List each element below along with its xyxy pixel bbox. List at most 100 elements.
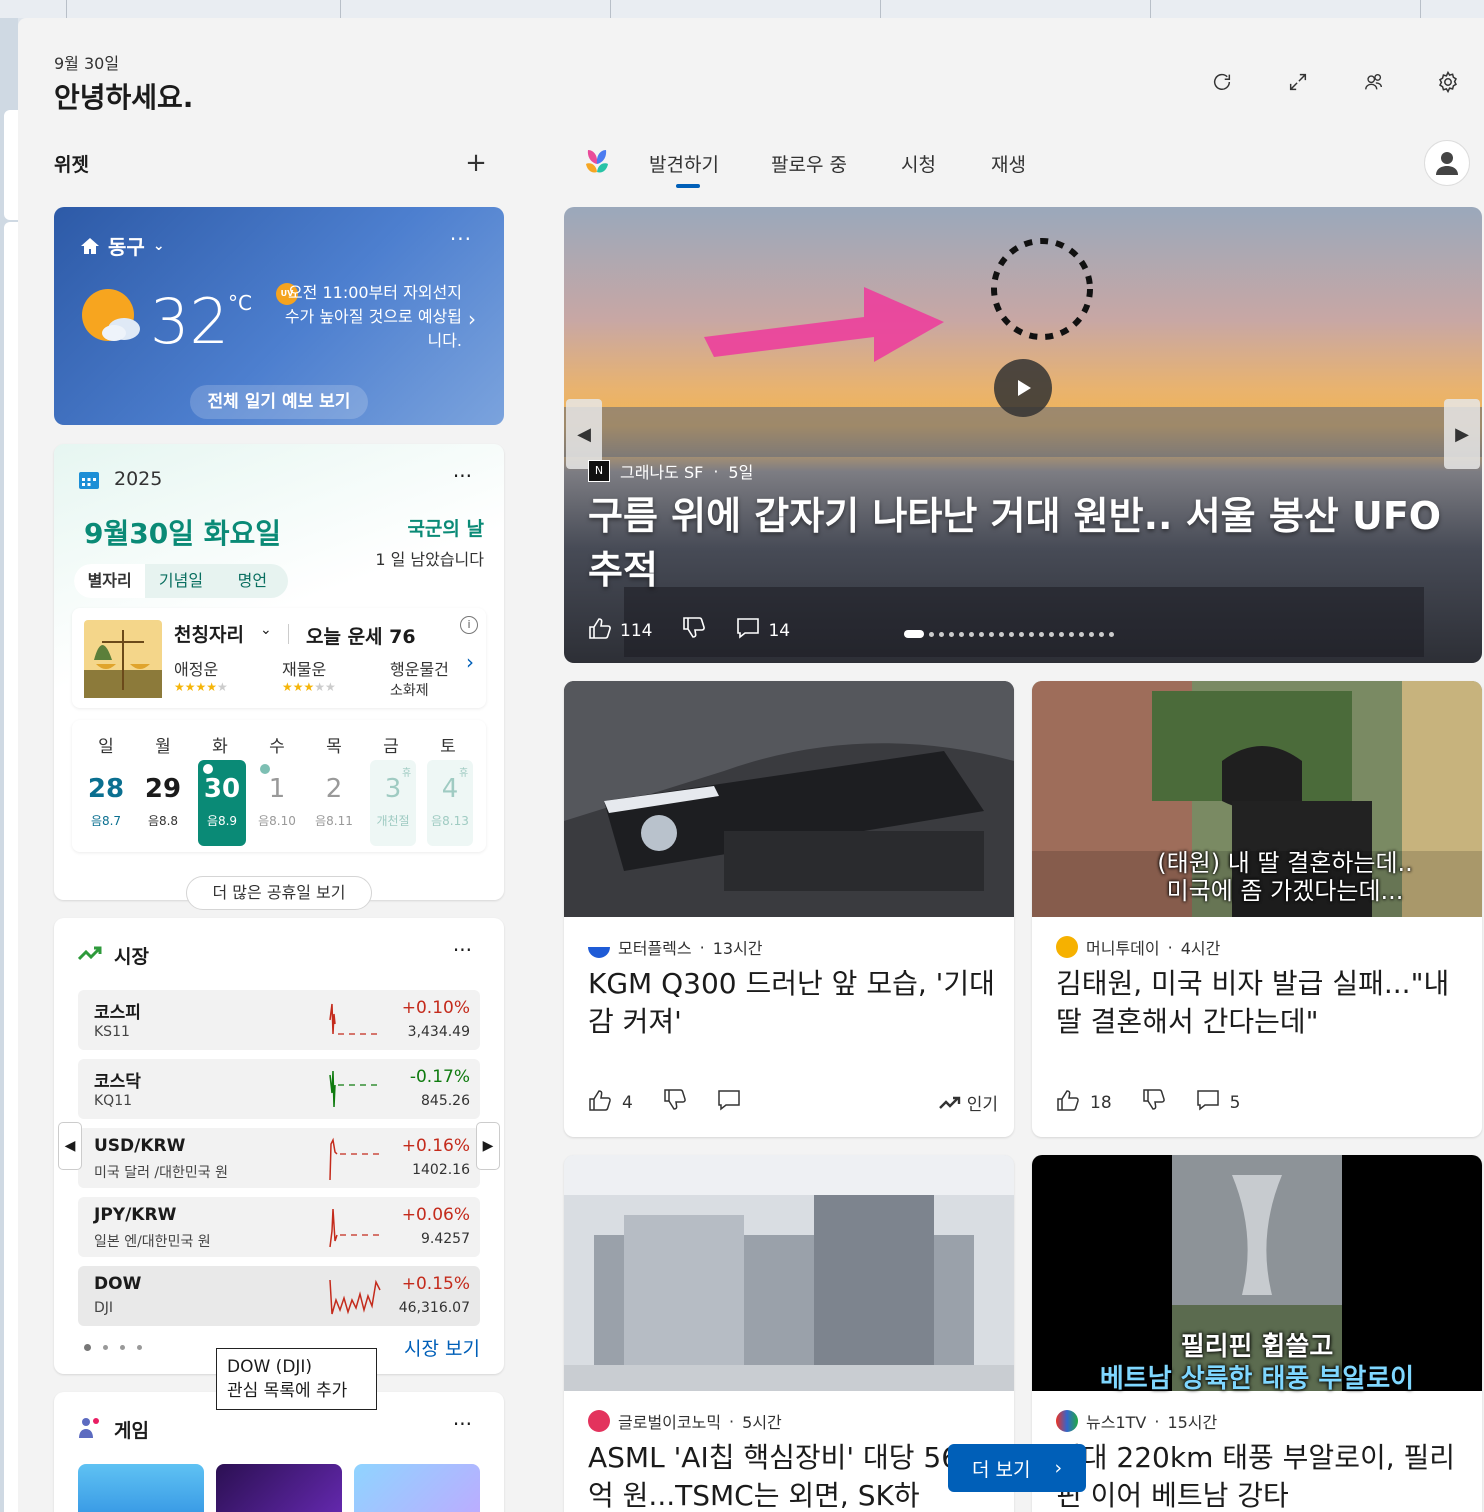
thumbs-down-icon[interactable] [682,617,706,644]
tab-horoscope[interactable]: 별자리 [74,564,146,598]
holiday-countdown: 1 일 남았습니다 [375,550,484,569]
ticker-symbol: KS11 [94,1024,130,1040]
market-page-dots [84,1344,142,1351]
hero-source[interactable]: N 그래나도 SF · 5일 [588,459,753,483]
more-holidays-button[interactable]: 더 많은 공휴일 보기 [186,876,372,910]
article-reactions: 18 5 [1056,1089,1466,1116]
weather-temperature: 32 [150,285,229,358]
day-number[interactable]: 1 [254,774,300,804]
tab-watch[interactable]: 시청 [901,150,936,177]
market-link[interactable]: 시장 보기 [404,1334,480,1361]
article-source[interactable]: 머니투데이 · 4시간 [1056,935,1220,959]
market-more-button[interactable]: ··· [453,938,472,962]
comment-icon[interactable] [736,617,760,644]
microsoft-start-logo-icon[interactable] [580,144,614,178]
comment-icon[interactable] [1196,1089,1220,1116]
ticker-symbol: 미국 달러 /대한민국 원 [94,1165,228,1181]
source-logo-icon [588,936,610,958]
source-logo-icon [1056,1410,1078,1432]
see-more-button[interactable]: 더 보기 › [948,1444,1086,1492]
settings-gear-icon[interactable] [1434,68,1462,96]
tooltip-line: 관심 목록에 추가 [227,1381,348,1401]
chevron-left-icon: ◀ [577,423,591,445]
market-title: 시장 [114,946,149,968]
chevron-down-icon: ⌄ [152,237,165,254]
article-headline[interactable]: ASML 'AI칩 핵심장비' 대당 5600억 원...TSMC는 외면, S… [588,1439,998,1512]
day-number-today[interactable]: 30 [199,774,245,804]
info-icon[interactable]: i [460,616,478,634]
calendar-tabs: 별자리 기념일 명언 [74,564,288,598]
ticker-name: JPY/KRW [94,1205,177,1225]
moon-phase-icon [203,764,213,774]
thumbs-up-icon[interactable] [1056,1089,1080,1116]
separator-dot: · [699,937,705,957]
game-thumbnail[interactable] [354,1464,480,1512]
horoscope-card[interactable]: 천칭자리 ⌄ 오늘 운세 76 i 애정운 ★★★★★ 재물운 ★★★★★ 행운… [72,608,486,708]
article-image [564,1155,1014,1391]
weather-alert-text[interactable]: 오전 11:00부터 자외선지수가 높아질 것으로 예상됩니다. [276,281,462,353]
day-number[interactable]: 29 [140,774,186,804]
game-title: 게임 [114,1420,149,1442]
market-prev-button[interactable]: ◀ [58,1122,82,1170]
trending-up-icon [78,946,102,961]
article-source[interactable]: 글로벌이코노믹 · 5시간 [588,1409,782,1433]
game-thumbnail[interactable] [216,1464,342,1512]
weather-more-button[interactable]: ··· [450,227,472,251]
market-row[interactable]: 코스피 KS11 +0.10% 3,434.49 [78,990,480,1050]
source-name: 그래나도 SF [620,463,704,482]
game-thumbnail[interactable] [78,1464,204,1512]
lunar-date: 음8.8 [147,814,179,828]
article-age: 5일 [728,463,754,482]
day-number[interactable]: 28 [83,774,129,804]
thumbs-down-icon[interactable] [663,1089,687,1116]
article-headline[interactable]: 김태원, 미국 비자 발급 실패..."내 딸 결혼해서 간다는데" [1056,965,1466,1041]
lunar-date: 음8.7 [90,814,122,828]
hero-headline[interactable]: 구름 위에 갑자기 나타난 거대 원반.. 서울 봉산 UFO 추적 [588,489,1448,597]
day-number[interactable]: 3 [370,774,416,804]
ticker-change: +0.06% [401,1205,470,1225]
tab-quote[interactable]: 명언 [217,564,288,598]
chevron-right-icon[interactable]: › [468,307,476,331]
chevron-down-icon[interactable]: ⌄ [260,622,272,638]
hero-next-button[interactable]: ▶ [1444,399,1480,469]
caption-line: 필리핀 휩쓸고 [1180,1332,1334,1362]
news-card[interactable]: 글로벌이코노믹 · 5시간 ASML 'AI칩 핵심장비' 대당 5600억 원… [564,1155,1014,1512]
market-row[interactable]: JPY/KRW 일본 엔/대한민국 원 +0.06% 9.4257 [78,1197,480,1257]
thumbs-down-icon[interactable] [1142,1089,1166,1116]
tab-anniversary[interactable]: 기념일 [145,564,216,598]
market-row[interactable]: 코스닥 KQ11 -0.17% 845.26 [78,1059,480,1119]
article-source[interactable]: 모터플렉스 · 13시간 [588,935,763,959]
day-number[interactable]: 4 [427,774,473,804]
tab-following[interactable]: 팔로우 중 [771,150,847,177]
partly-sunny-icon [82,289,140,341]
game-more-button[interactable]: ··· [453,1412,472,1436]
news-card[interactable]: (태원) 내 딸 결혼하는데.. 미국에 좀 가겠다는데... 머니투데이 · … [1032,681,1482,1137]
hero-news-card[interactable]: ◀ ▶ N 그래나도 SF · 5일 구름 위에 갑자기 나타난 거대 원반..… [564,207,1482,663]
play-video-button[interactable] [994,359,1052,417]
full-forecast-button[interactable]: 전체 일기 예보 보기 [190,385,368,419]
refresh-icon[interactable] [1208,68,1236,96]
calendar-more-button[interactable]: ··· [453,464,472,488]
weather-widget[interactable]: 동구 ⌄ ··· 32 °C UV 오전 11:00부터 자외선지수가 높아질 … [54,207,504,425]
tab-discover[interactable]: 발견하기 [649,150,719,177]
carousel-dots[interactable] [904,627,1114,641]
profile-avatar[interactable] [1424,140,1470,186]
weather-location[interactable]: 동구 ⌄ [80,231,165,260]
tab-play[interactable]: 재생 [991,150,1026,177]
article-headline[interactable]: KGM Q300 드러난 앞 모습, '기대감 커져' [588,965,998,1041]
add-widget-button[interactable]: + [462,148,490,178]
expand-icon[interactable] [1284,68,1312,96]
thumbs-up-icon[interactable] [588,1089,612,1116]
comment-icon[interactable] [717,1089,741,1116]
news-card[interactable]: 필리핀 휩쓸고 베트남 상륙한 태풍 부알로이 뉴스1TV · 15시간 최대 … [1032,1155,1482,1512]
news-card[interactable]: 모터플렉스 · 13시간 KGM Q300 드러난 앞 모습, '기대감 커져'… [564,681,1014,1137]
article-headline[interactable]: 최대 220km 태풍 부알로이, 필리핀 이어 베트남 강타 [1056,1439,1466,1512]
chevron-right-icon[interactable]: › [466,650,474,674]
market-next-button[interactable]: ▶ [476,1122,500,1170]
article-source[interactable]: 뉴스1TV · 15시간 [1056,1409,1217,1433]
day-number[interactable]: 2 [311,774,357,804]
people-icon[interactable] [1360,68,1388,96]
market-row[interactable]: USD/KRW 미국 달러 /대한민국 원 +0.16% 1402.16 [78,1128,480,1188]
thumbs-up-icon[interactable] [588,617,612,644]
market-row[interactable]: DOW DJI +0.15% 46,316.07 [78,1266,480,1326]
